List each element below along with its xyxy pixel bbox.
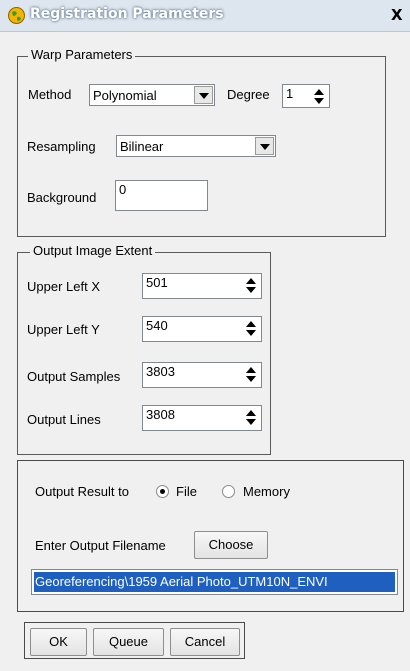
degree-value: 1: [286, 86, 294, 101]
output-lines-value: 3808: [146, 407, 175, 422]
method-value: Polynomial: [93, 88, 157, 103]
output-result-label: Output Result to: [35, 484, 129, 499]
choose-button[interactable]: Choose: [194, 531, 268, 559]
spinner-arrows-icon[interactable]: [314, 89, 324, 105]
chevron-down-icon[interactable]: [194, 86, 213, 104]
method-dropdown[interactable]: Polynomial: [89, 84, 215, 106]
spinner-arrows-icon[interactable]: [246, 278, 256, 294]
queue-button[interactable]: Queue: [93, 628, 164, 656]
upper-left-y-spinbox[interactable]: 540: [142, 316, 262, 342]
upper-left-y-value: 540: [146, 318, 168, 333]
file-radio[interactable]: [156, 485, 169, 498]
upper-left-x-spinbox[interactable]: 501: [142, 273, 262, 299]
file-radio-label[interactable]: File: [176, 484, 197, 499]
background-label: Background: [27, 190, 97, 205]
output-lines-label: Output Lines: [27, 412, 101, 427]
output-samples-spinbox[interactable]: 3803: [142, 362, 262, 388]
upper-left-x-value: 501: [146, 275, 168, 290]
background-input[interactable]: 0: [115, 180, 208, 211]
window-title: Registration Parameters: [30, 6, 224, 22]
background-value: 0: [119, 182, 127, 197]
upper-left-x-label: Upper Left X: [27, 279, 100, 294]
output-samples-value: 3803: [146, 364, 175, 379]
memory-radio[interactable]: [222, 485, 235, 498]
globe-app-icon: [8, 7, 25, 24]
method-label: Method: [28, 87, 72, 102]
spinner-arrows-icon[interactable]: [246, 410, 256, 426]
close-button[interactable]: X: [391, 6, 409, 26]
degree-label: Degree: [227, 87, 270, 102]
output-filename-value: Georeferencing\1959 Aerial Photo_UTM10N_…: [34, 572, 395, 592]
resampling-value: Bilinear: [120, 139, 164, 154]
output-image-extent-legend: Output Image Extent: [30, 243, 156, 258]
memory-radio-label[interactable]: Memory: [243, 484, 290, 499]
chevron-down-icon[interactable]: [255, 137, 274, 155]
warp-parameters-legend: Warp Parameters: [28, 47, 136, 62]
title-bar[interactable]: Registration Parameters X: [0, 0, 410, 32]
output-lines-spinbox[interactable]: 3808: [142, 405, 262, 431]
output-filename-label: Enter Output Filename: [35, 538, 166, 553]
spinner-arrows-icon[interactable]: [246, 367, 256, 383]
output-samples-label: Output Samples: [27, 369, 121, 384]
degree-spinbox[interactable]: 1: [282, 84, 330, 108]
ok-button[interactable]: OK: [30, 628, 87, 656]
cancel-button[interactable]: Cancel: [170, 628, 240, 656]
upper-left-y-label: Upper Left Y: [27, 322, 100, 337]
resampling-dropdown[interactable]: Bilinear: [116, 135, 276, 157]
output-filename-input[interactable]: Georeferencing\1959 Aerial Photo_UTM10N_…: [31, 569, 398, 595]
spinner-arrows-icon[interactable]: [246, 321, 256, 337]
resampling-label: Resampling: [27, 139, 96, 154]
